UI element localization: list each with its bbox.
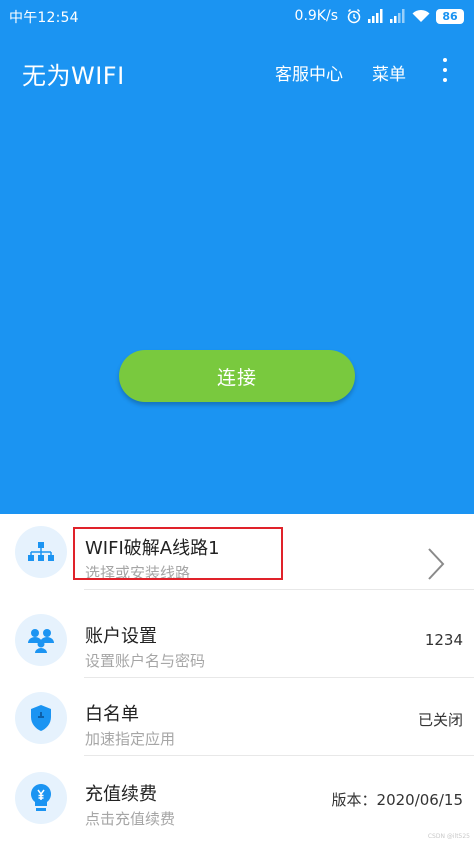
- list-item-title: 充值续费: [85, 784, 157, 805]
- list-item-whitelist[interactable]: 白名单 加速指定应用 已关闭: [0, 680, 474, 756]
- list-item-subtitle: 设置账户名与密码: [85, 652, 206, 670]
- list-item-value: 已关闭: [417, 711, 463, 729]
- list-item-value: 1234: [424, 631, 463, 649]
- app-title: 无为WIFI: [22, 62, 125, 90]
- battery-icon: 86: [436, 8, 464, 24]
- divider: [84, 755, 474, 756]
- chevron-right-icon: [428, 548, 445, 580]
- signal-icon-2: [390, 9, 406, 23]
- list-item-title: 白名单: [85, 704, 139, 725]
- hero-panel: 无为WIFI 客服中心 菜单 连接: [0, 32, 474, 514]
- settings-list: WIFI破解A线路1 选择或安装线路 账户设置 设置账户名与密码 1234 白名…: [0, 514, 474, 842]
- list-item-subtitle: 加速指定应用: [85, 730, 176, 748]
- alarm-icon: [346, 8, 362, 24]
- watermark: CSDN @ilt525: [427, 833, 470, 840]
- more-vertical-icon[interactable]: [436, 58, 454, 82]
- highlight-annotation: [73, 527, 283, 580]
- shield-icon: [15, 692, 67, 744]
- lightbulb-yen-icon: [15, 772, 67, 824]
- network-speed: 0.9K/s: [294, 8, 338, 24]
- customer-service-link[interactable]: 客服中心: [275, 60, 343, 85]
- divider: [84, 677, 474, 678]
- list-item-recharge[interactable]: 充值续费 点击充值续费 版本：2020/06/15: [0, 760, 474, 836]
- status-time: 中午12:54: [9, 10, 79, 26]
- network-tree-icon: [15, 526, 67, 578]
- list-item-line[interactable]: WIFI破解A线路1 选择或安装线路: [0, 514, 474, 590]
- list-item-title: 账户设置: [85, 626, 157, 647]
- divider: [84, 589, 474, 590]
- list-item-subtitle: 点击充值续费: [85, 810, 176, 828]
- users-icon: [15, 614, 67, 666]
- wifi-icon: [412, 9, 430, 23]
- screen: 中午12:54 0.9K/s 86 无为WIFI 客服中心 菜单 连接 WIFI…: [0, 0, 474, 842]
- status-bar: 中午12:54 0.9K/s 86: [0, 0, 474, 32]
- connect-button[interactable]: 连接: [119, 350, 355, 402]
- list-item-value: 版本：2020/06/15: [331, 791, 463, 809]
- menu-link[interactable]: 菜单: [372, 60, 406, 85]
- signal-icon-1: [368, 9, 384, 23]
- status-right: 0.9K/s 86: [295, 6, 464, 26]
- list-item-account[interactable]: 账户设置 设置账户名与密码 1234: [0, 602, 474, 678]
